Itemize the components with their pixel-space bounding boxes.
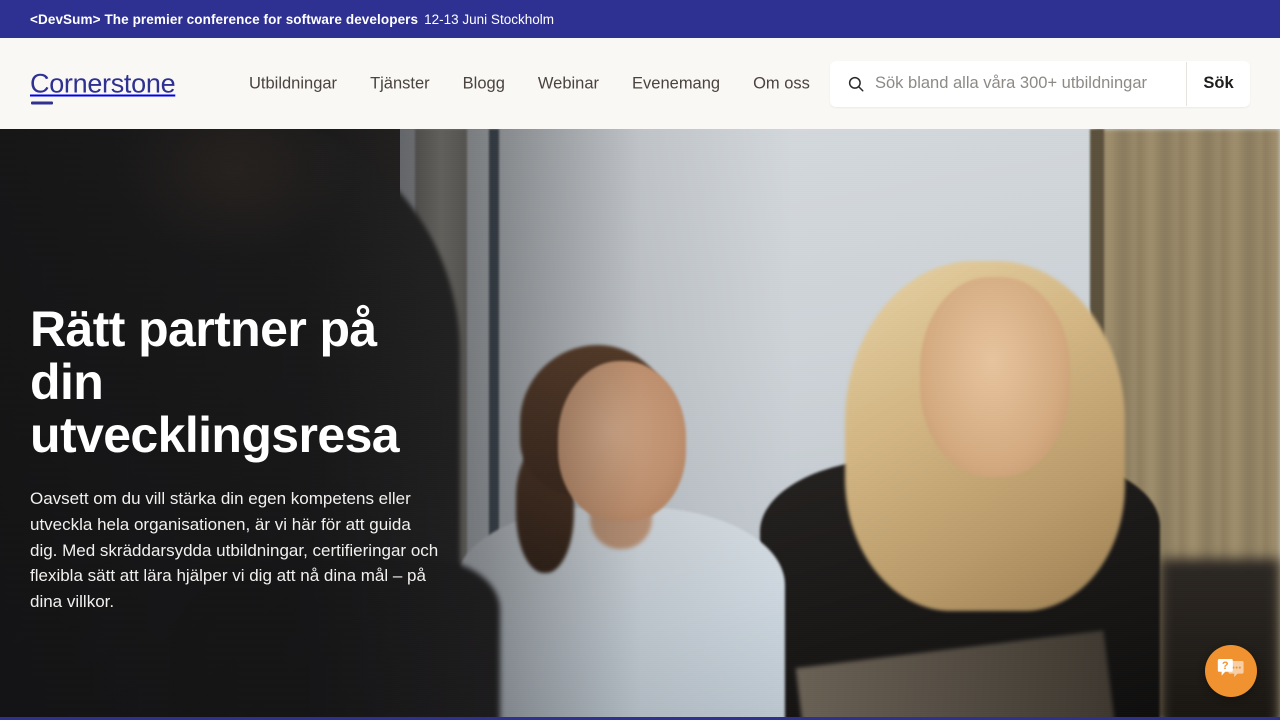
- logo-cornerstone[interactable]: Cornerstone: [30, 68, 176, 104]
- search-icon: [848, 76, 864, 91]
- nav-item-om-oss[interactable]: Om oss: [753, 74, 810, 93]
- nav-item-evenemang[interactable]: Evenemang: [632, 74, 720, 93]
- svg-text:?: ?: [1222, 660, 1229, 672]
- search-submit-button[interactable]: Sök: [1187, 61, 1250, 107]
- hero-section: Rätt partner på din utvecklingsresa Oavs…: [0, 129, 1280, 717]
- chat-widget-button[interactable]: ?: [1205, 645, 1257, 697]
- search-input[interactable]: [875, 60, 1186, 107]
- site-header: Cornerstone Utbildningar Tjänster Blogg …: [0, 38, 1280, 129]
- nav-item-tjanster[interactable]: Tjänster: [370, 74, 430, 93]
- announcement-strong-text: <DevSum> The premier conference for soft…: [30, 11, 419, 27]
- announcement-banner[interactable]: <DevSum> The premier conference for soft…: [0, 0, 1280, 38]
- nav-item-webinar[interactable]: Webinar: [538, 74, 599, 93]
- nav-item-utbildningar[interactable]: Utbildningar: [249, 74, 337, 93]
- hero-title: Rätt partner på din utvecklingsresa: [30, 301, 400, 463]
- logo-text: Cornerstone: [30, 68, 176, 98]
- search-bar: Sök: [830, 60, 1250, 107]
- hero-subtitle: Oavsett om du vill stärka din egen kompe…: [30, 489, 439, 612]
- nav-item-blogg[interactable]: Blogg: [463, 74, 505, 93]
- main-navigation: Utbildningar Tjänster Blogg Webinar Even…: [249, 74, 810, 93]
- announcement-date-location: 12-13 Juni Stockholm: [424, 11, 554, 27]
- logo-underline-accent: [31, 101, 53, 104]
- chat-bubbles-question-icon: ?: [1217, 659, 1244, 677]
- hero-content: Rätt partner på din utvecklingsresa Oavs…: [30, 303, 450, 615]
